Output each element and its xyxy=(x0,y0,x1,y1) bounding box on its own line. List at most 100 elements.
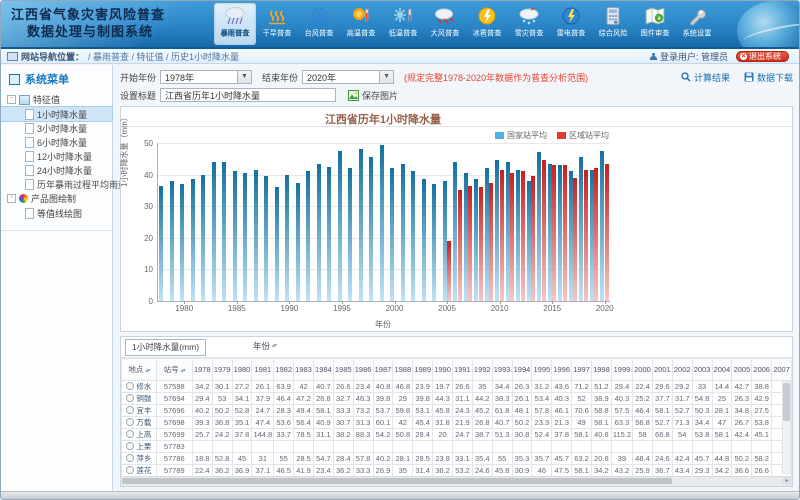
col-year-1979[interactable]: 1979 xyxy=(212,359,232,381)
col-year-2002[interactable]: 2002 xyxy=(672,359,692,381)
table-row-57598[interactable]: 修水5759834.230.127.226.163.94240.726.623.… xyxy=(122,381,792,393)
col-year-2005[interactable]: 2005 xyxy=(732,359,752,381)
value-cell: 25 xyxy=(712,393,732,405)
toolbar-item-typhoon[interactable]: 台风普查 xyxy=(298,3,340,45)
scrollbar-thumb[interactable] xyxy=(783,383,790,421)
col-year-1985[interactable]: 1985 xyxy=(333,359,353,381)
col-year-1997[interactable]: 1997 xyxy=(572,359,592,381)
toolbar-item-label: 图件审查 xyxy=(641,29,670,39)
tree-item[interactable]: 等值线绘图 xyxy=(1,206,112,220)
row-radio[interactable] xyxy=(126,430,134,438)
row-radio[interactable] xyxy=(126,442,134,450)
toolbar-item-map[interactable]: 图件审查 xyxy=(634,3,676,45)
toolbar-item-rainstorm[interactable]: 暴雨普查 xyxy=(214,3,256,45)
tree-item[interactable]: 3小时降水量 xyxy=(1,121,112,135)
table-horizontal-scrollbar[interactable]: ▸ xyxy=(121,476,792,486)
col-year-1987[interactable]: 1987 xyxy=(373,359,393,381)
table-row-57696[interactable]: 宜丰5769640.250.252.824.728.349.458.133.37… xyxy=(122,405,792,417)
toolbar-item-lightning[interactable]: 雷电普查 xyxy=(550,3,592,45)
col-year-1978[interactable]: 1978 xyxy=(192,359,212,381)
col-year-1992[interactable]: 1992 xyxy=(472,359,492,381)
row-radio[interactable] xyxy=(126,418,134,426)
col-id[interactable]: 站号▴▾ xyxy=(156,359,192,381)
bar-national-2005 xyxy=(443,181,447,301)
tree-group-1[interactable]: -产品图绘制 xyxy=(1,191,112,206)
bar-regional-2020 xyxy=(605,164,609,301)
toolbar-item-snow[interactable]: 雪灾普查 xyxy=(508,3,550,45)
bar-regional-2013 xyxy=(531,176,535,301)
toolbar-item-label: 暴雨普查 xyxy=(221,29,250,39)
toolbar-item-cold[interactable]: 低温普查 xyxy=(382,3,424,45)
tree-group-0[interactable]: -特征值 xyxy=(1,92,112,107)
col-year-1984[interactable]: 1984 xyxy=(313,359,333,381)
col-year-1994[interactable]: 1994 xyxy=(512,359,532,381)
row-radio[interactable] xyxy=(126,406,134,414)
col-year-1989[interactable]: 1989 xyxy=(413,359,433,381)
tree-item[interactable]: 12小时降水量 xyxy=(1,149,112,163)
value-cell: 45.8 xyxy=(433,405,453,417)
row-radio[interactable] xyxy=(126,466,134,474)
table-row-57694[interactable]: 铜鼓5769429.45334.137.946.447.226.832.746.… xyxy=(122,393,792,405)
save-image-button[interactable]: 保存图片 xyxy=(348,89,398,102)
station-name: 上栗 xyxy=(136,442,151,451)
col-year-2001[interactable]: 2001 xyxy=(652,359,672,381)
start-year-select[interactable]: 1978年▼ xyxy=(160,70,252,84)
toolbar-item-wind[interactable]: 大风普查 xyxy=(424,3,466,45)
col-year-1995[interactable]: 1995 xyxy=(532,359,552,381)
toolbar-item-calc[interactable]: 综合风险 xyxy=(592,3,634,45)
col-year-1983[interactable]: 1983 xyxy=(294,359,314,381)
col-station[interactable]: 地点▴▾ xyxy=(122,359,157,381)
end-year-select[interactable]: 2020年▼ xyxy=(302,70,394,84)
row-radio[interactable] xyxy=(126,394,134,402)
value-cell: 26.8 xyxy=(313,393,333,405)
col-year-2004[interactable]: 2004 xyxy=(712,359,732,381)
col-year-2003[interactable]: 2003 xyxy=(692,359,712,381)
toolbar-item-hail[interactable]: 冰雹普查 xyxy=(466,3,508,45)
table-row-57786[interactable]: 萍乡5778618.852.845315528.554.728.457.840.… xyxy=(122,453,792,465)
year-sort-control[interactable]: 年份▴▾ xyxy=(253,339,276,354)
tree-item[interactable]: 1小时降水量 xyxy=(1,107,112,121)
table-row-57699[interactable]: 上高5769925.724.237.8144.833.778.531.138.2… xyxy=(122,429,792,441)
calc-result-link[interactable]: 计算结果 xyxy=(681,71,730,84)
breadcrumb[interactable]: / 暴雨普查 / 特征值 / 历史1小时降水量 xyxy=(88,50,239,63)
toolbar-item-drought[interactable]: 干旱普查 xyxy=(256,3,298,45)
col-year-2006[interactable]: 2006 xyxy=(752,359,772,381)
station-name: 上高 xyxy=(136,430,151,439)
collapse-icon[interactable]: - xyxy=(7,194,16,203)
col-year-1990[interactable]: 1990 xyxy=(433,359,453,381)
col-year-1986[interactable]: 1986 xyxy=(353,359,373,381)
col-year-1998[interactable]: 1998 xyxy=(591,359,611,381)
scrollbar-thumb[interactable] xyxy=(122,478,672,484)
col-year-1996[interactable]: 1996 xyxy=(552,359,572,381)
typhoon-icon xyxy=(309,4,329,28)
chart-title-input[interactable]: 江西省历年1小时降水量 xyxy=(160,88,336,102)
value-cell: 47.4 xyxy=(252,417,274,429)
data-download-link[interactable]: 数据下载 xyxy=(744,71,793,84)
tree-item[interactable]: 6小时降水量 xyxy=(1,135,112,149)
tree-item[interactable]: 历年暴雨过程平均雨量 xyxy=(1,177,112,191)
bar-national-1996 xyxy=(348,168,352,301)
table-row-57783[interactable]: 上栗57783 xyxy=(122,441,792,453)
bar-national-2001 xyxy=(401,164,405,301)
col-year-1999[interactable]: 1999 xyxy=(611,359,632,381)
col-year-2007[interactable]: 2007 xyxy=(772,359,792,381)
col-year-2000[interactable]: 2000 xyxy=(633,359,653,381)
col-year-1981[interactable]: 1981 xyxy=(252,359,274,381)
table-row-57789[interactable]: 莲花5778922.436.236.937.146.541.923.436.23… xyxy=(122,465,792,477)
row-radio[interactable] xyxy=(126,454,134,462)
table-vertical-scrollbar[interactable] xyxy=(782,381,791,474)
toolbar-item-hot[interactable]: 高温普查 xyxy=(340,3,382,45)
row-radio[interactable] xyxy=(126,382,134,390)
tree-item[interactable]: 24小时降水量 xyxy=(1,163,112,177)
col-year-1991[interactable]: 1991 xyxy=(452,359,472,381)
app-title: 江西省气象灾害风险普查 数据处理与制图系统 xyxy=(11,6,216,40)
scroll-right-arrow[interactable]: ▸ xyxy=(782,477,792,485)
col-year-1993[interactable]: 1993 xyxy=(492,359,512,381)
collapse-icon[interactable]: - xyxy=(7,95,16,104)
logout-button[interactable]: ×退出系统 xyxy=(736,51,789,62)
col-year-1982[interactable]: 1982 xyxy=(274,359,294,381)
col-year-1980[interactable]: 1980 xyxy=(232,359,252,381)
toolbar-item-settings[interactable]: 系统设置 xyxy=(676,3,718,45)
table-row-57698[interactable]: 万载5769839.336.835.147.453.656.440.930.73… xyxy=(122,417,792,429)
col-year-1988[interactable]: 1988 xyxy=(393,359,413,381)
